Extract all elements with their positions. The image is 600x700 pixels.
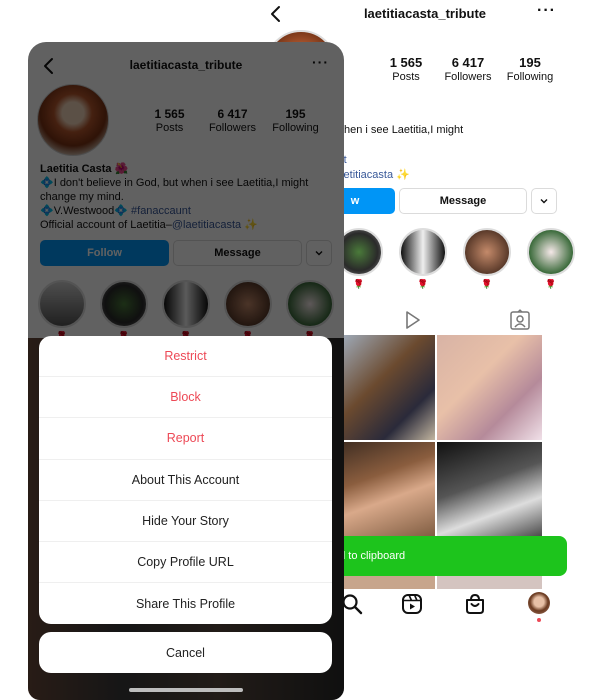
highlight-caption: 🌹 (545, 279, 557, 289)
more-options-icon[interactable]: ··· (537, 2, 556, 20)
profile-stats: 1 565 Posts 6 417 Followers 195 Followin… (375, 55, 561, 83)
stat-following[interactable]: 195 Following (499, 55, 561, 83)
message-button[interactable]: Message (399, 188, 527, 214)
post-thumbnail[interactable] (437, 442, 542, 547)
highlight-caption: 🌹 (417, 279, 429, 289)
story-highlights: 🌹 🌹 🌹 🌹 (335, 228, 575, 289)
reels-tab-play-icon[interactable] (400, 308, 424, 332)
notification-dot (537, 618, 541, 622)
reels-icon[interactable] (400, 592, 424, 616)
back-chevron-icon[interactable] (265, 3, 287, 25)
highlight-cover (463, 228, 511, 276)
stat-followers[interactable]: 6 417 Followers (437, 55, 499, 83)
foreground-profile-screen: laetitiacasta_tribute ··· 1 565 Posts 6 … (28, 42, 344, 700)
sparkle-emoji: ✨ (396, 169, 410, 181)
suggested-dropdown-button[interactable] (531, 188, 557, 214)
bottom-navigation (330, 588, 570, 622)
highlight-cover (527, 228, 575, 276)
profile-actions: w Message (315, 188, 557, 214)
stat-value: 195 (519, 55, 541, 70)
post-thumbnail[interactable] (330, 442, 435, 547)
highlight-item[interactable]: 🌹 (463, 228, 511, 289)
copy-profile-url-option[interactable]: Copy Profile URL (39, 542, 332, 584)
stat-posts[interactable]: 1 565 Posts (375, 55, 437, 83)
profile-action-sheet: Restrict Block Report About This Account… (39, 336, 332, 625)
cancel-button[interactable]: Cancel (39, 632, 332, 673)
about-account-option[interactable]: About This Account (39, 460, 332, 501)
copied-toast: ed to clipboard (325, 536, 567, 576)
stat-label: Followers (444, 71, 492, 83)
profile-tabs (355, 308, 600, 332)
highlight-item[interactable]: 🌹 (527, 228, 575, 289)
post-thumbnail[interactable] (330, 335, 435, 440)
highlight-item[interactable]: 🌹 (399, 228, 447, 289)
profile-header: laetitiacasta_tribute ··· (255, 0, 600, 30)
highlight-caption: 🌹 (481, 279, 493, 289)
hide-story-option[interactable]: Hide Your Story (39, 501, 332, 542)
stat-value: 6 417 (451, 55, 485, 70)
shop-bag-icon[interactable] (463, 592, 487, 616)
restrict-option[interactable]: Restrict (39, 336, 332, 378)
chevron-down-icon (540, 199, 548, 204)
home-indicator[interactable] (129, 688, 243, 692)
profile-avatar-tab-icon[interactable] (528, 592, 550, 614)
stat-label: Posts (392, 71, 420, 83)
report-option[interactable]: Report (39, 418, 332, 460)
highlight-caption: 🌹 (353, 279, 365, 289)
post-thumbnail[interactable] (437, 335, 542, 440)
block-option[interactable]: Block (39, 377, 332, 419)
profile-username: laetitiacasta_tribute (363, 6, 487, 21)
share-profile-option[interactable]: Share This Profile (39, 583, 332, 624)
highlight-cover (399, 228, 447, 276)
stat-label: Following (506, 71, 554, 83)
stat-value: 1 565 (389, 55, 423, 70)
tagged-tab-person-icon[interactable] (508, 308, 532, 332)
